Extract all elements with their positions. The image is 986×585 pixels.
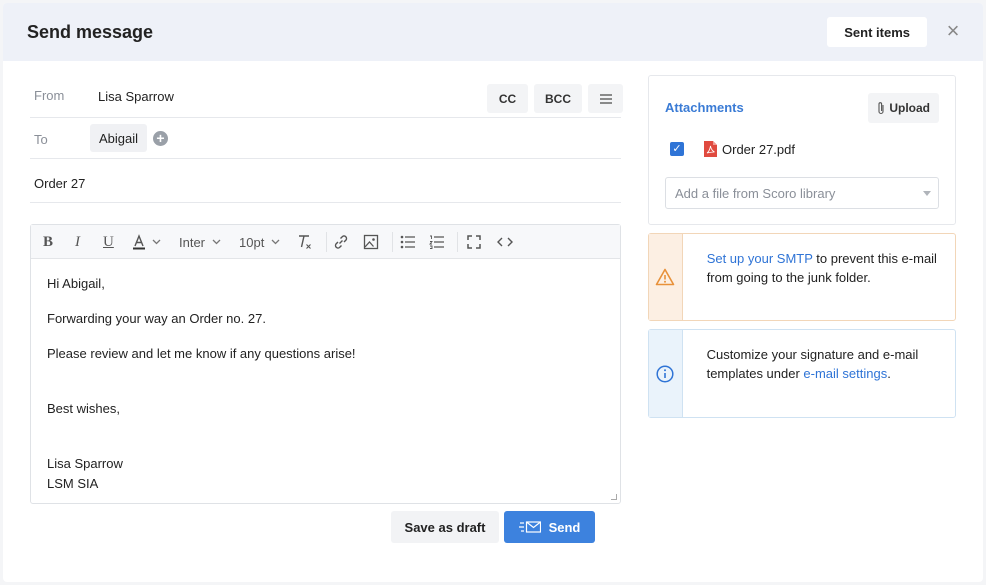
from-label: From	[34, 88, 65, 103]
source-code-icon[interactable]	[497, 233, 513, 251]
paperclip-icon	[878, 102, 884, 115]
upload-label: Upload	[889, 101, 930, 115]
editor-toolbar: B I U Inter 10pt	[31, 225, 620, 259]
send-icon	[518, 521, 541, 533]
info-icon-box	[649, 330, 683, 417]
signature-company: LSM SIA	[47, 476, 99, 491]
subject-row[interactable]: Order 27	[30, 159, 621, 203]
upload-button[interactable]: Upload	[868, 93, 939, 123]
clear-format-icon[interactable]	[297, 233, 313, 251]
font-size-dropdown[interactable]: 10pt	[239, 233, 280, 251]
message-body[interactable]: Hi Abigail, Forwarding your way an Order…	[31, 259, 620, 493]
attachments-panel: Attachments Upload ✓ Order 27.pdf Add a …	[648, 75, 956, 225]
warning-icon-box	[649, 234, 683, 320]
bullet-list-icon[interactable]	[400, 233, 416, 251]
compose-form: From Lisa Sparrow CC BCC To Abigail + Or…	[30, 75, 623, 504]
pdf-file-icon	[704, 141, 717, 157]
sent-items-button[interactable]: Sent items	[827, 17, 927, 47]
font-family-dropdown[interactable]: Inter	[179, 233, 221, 251]
closing-line: Best wishes,	[47, 401, 120, 416]
from-row: From Lisa Sparrow CC BCC	[30, 75, 623, 118]
info-icon	[656, 364, 674, 383]
warning-icon	[656, 268, 675, 286]
add-recipient-icon[interactable]: +	[153, 131, 168, 146]
smtp-notice-text: Set up your SMTP to prevent this e-mail …	[706, 251, 937, 285]
library-select-placeholder: Add a file from Scoro library	[675, 185, 836, 201]
resize-handle[interactable]	[611, 494, 617, 500]
smtp-setup-link[interactable]: Set up your SMTP	[707, 251, 813, 266]
send-message-modal: Send message Sent items × From Lisa Spar…	[3, 3, 983, 582]
email-settings-link[interactable]: e-mail settings	[803, 366, 887, 381]
greeting-line: Hi Abigail,	[47, 276, 105, 291]
save-draft-button[interactable]: Save as draft	[391, 511, 499, 543]
numbered-list-icon[interactable]	[429, 233, 445, 251]
close-icon[interactable]: ×	[943, 20, 963, 42]
cc-button[interactable]: CC	[487, 84, 528, 113]
italic-icon[interactable]: I	[75, 233, 80, 251]
modal-header: Send message Sent items ×	[3, 3, 983, 61]
chevron-down-icon	[923, 191, 931, 196]
text-color-icon[interactable]	[132, 233, 162, 251]
attachment-filename[interactable]: Order 27.pdf	[722, 142, 795, 157]
send-button[interactable]: Send	[504, 511, 595, 543]
library-file-select[interactable]: Add a file from Scoro library	[665, 177, 939, 209]
image-icon[interactable]	[363, 233, 379, 251]
attachments-title: Attachments	[665, 100, 744, 115]
message-editor: B I U Inter 10pt Hi Abigail, Forwarding …	[30, 224, 621, 504]
more-options-button[interactable]	[588, 84, 623, 113]
link-icon[interactable]	[333, 233, 349, 251]
body-line-2: Please review and let me know if any que…	[47, 346, 356, 361]
attachment-checkbox[interactable]: ✓	[670, 142, 684, 156]
smtp-warning: Set up your SMTP to prevent this e-mail …	[648, 233, 956, 321]
body-line-1: Forwarding your way an Order no. 27.	[47, 311, 266, 326]
subject-field[interactable]: Order 27	[34, 176, 85, 191]
modal-title: Send message	[27, 21, 154, 42]
signature-name: Lisa Sparrow	[47, 456, 123, 471]
fullscreen-icon[interactable]	[467, 233, 481, 251]
from-value[interactable]: Lisa Sparrow	[98, 89, 174, 104]
bold-icon[interactable]: B	[43, 233, 53, 251]
to-row: To Abigail +	[30, 118, 621, 159]
underline-icon[interactable]: U	[103, 233, 114, 251]
signature-notice-text: Customize your signature and e-mail temp…	[706, 347, 919, 381]
send-label: Send	[548, 519, 581, 535]
menu-icon	[599, 93, 612, 104]
signature-info: Customize your signature and e-mail temp…	[648, 329, 956, 418]
recipient-chip[interactable]: Abigail	[90, 124, 148, 152]
to-label: To	[34, 132, 48, 147]
bcc-button[interactable]: BCC	[534, 84, 582, 113]
